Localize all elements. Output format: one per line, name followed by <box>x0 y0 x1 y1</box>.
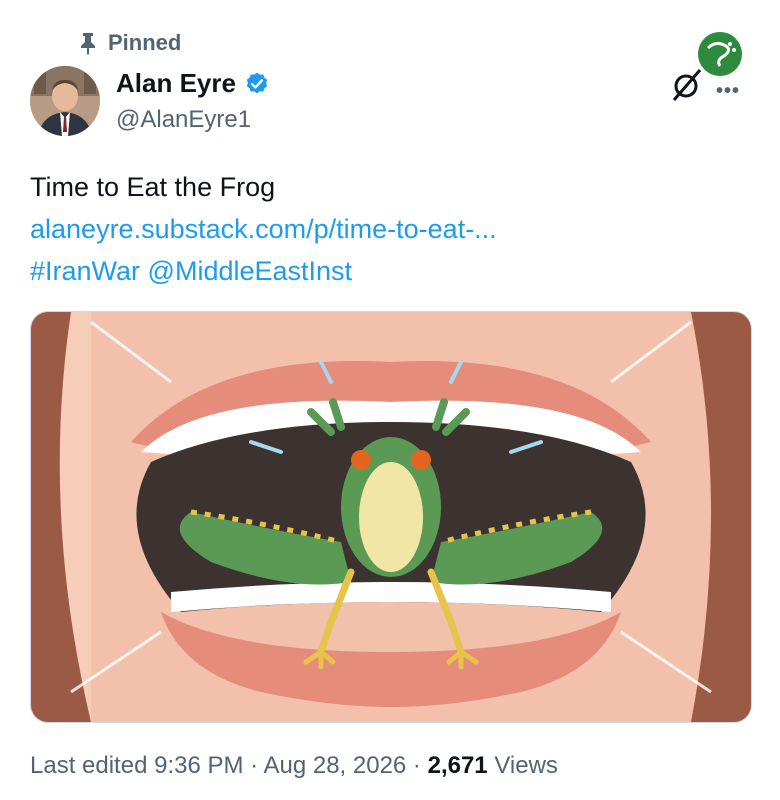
tweet-meta: Last edited 9:36 PM · Aug 28, 2026 · 2,6… <box>30 752 558 780</box>
edited-timestamp[interactable]: Last edited 9:36 PM · Aug 28, 2026 · <box>30 752 428 779</box>
more-options-icon[interactable]: ••• <box>716 80 740 103</box>
mention-link[interactable]: @MiddleEastInst <box>148 256 353 286</box>
hashtag-link[interactable]: #IranWar <box>30 256 140 286</box>
tweet-text: Time to Eat the Frog <box>30 172 276 202</box>
pinned-label: Pinned <box>108 30 182 55</box>
pinned-indicator: Pinned <box>78 30 181 56</box>
pin-icon <box>78 31 98 55</box>
author-handle[interactable]: @AlanEyre1 <box>116 106 251 134</box>
frog-in-mouth-illustration <box>31 312 751 722</box>
views-count: 2,671 <box>427 752 488 779</box>
author-display-name[interactable]: Alan Eyre <box>116 68 236 99</box>
views-label: Views <box>487 752 558 779</box>
avatar[interactable] <box>30 66 100 136</box>
tweet-media-image[interactable] <box>30 311 752 723</box>
tweet-link[interactable]: alaneyre.substack.com/p/time-to-eat-... <box>30 208 497 250</box>
verified-badge-icon <box>244 71 270 97</box>
